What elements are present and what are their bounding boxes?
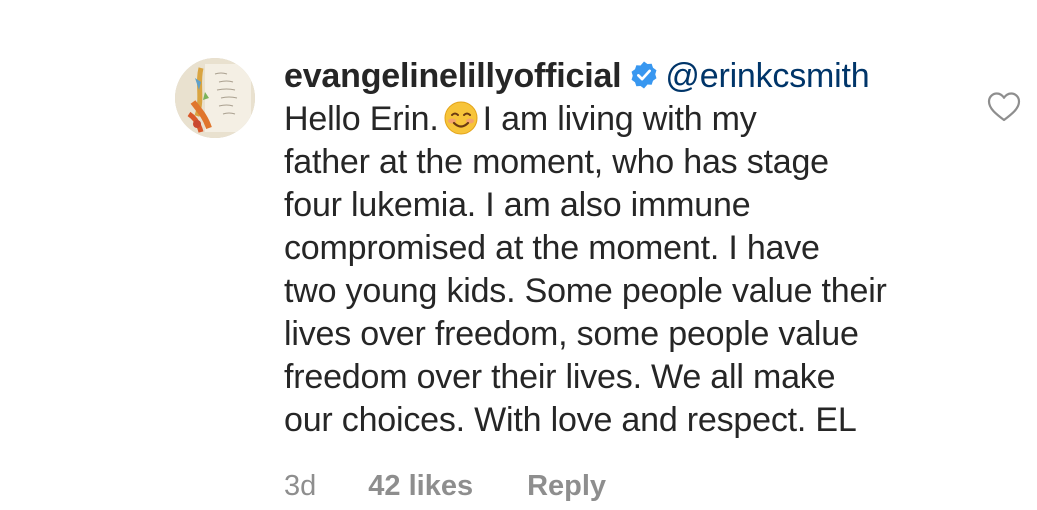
- verified-badge-icon: [629, 60, 659, 90]
- comment-line: two young kids. Some people value their: [284, 272, 887, 310]
- comment-body: evangelinelillyofficial @erinkcsmith Hel…: [284, 55, 964, 442]
- username-link[interactable]: evangelinelillyofficial: [284, 57, 622, 95]
- likes-count-button[interactable]: 42 likes: [368, 470, 473, 503]
- mention-link[interactable]: @erinkcsmith: [665, 57, 869, 95]
- comment-line-text: I am living with my: [482, 100, 757, 138]
- comment-line: compromised at the moment. I have: [284, 229, 820, 267]
- comment-header-line: evangelinelillyofficial @erinkcsmith: [284, 55, 964, 98]
- reply-button[interactable]: Reply: [527, 470, 606, 503]
- comment-line: lives over freedom, some people value: [284, 315, 859, 353]
- comment-line: father at the moment, who has stage: [284, 143, 829, 181]
- heart-outline-icon[interactable]: [987, 91, 1021, 123]
- timestamp[interactable]: 3d: [284, 470, 316, 503]
- comment-line: Hello Erin. I am living with my: [284, 98, 964, 141]
- comment: evangelinelillyofficial @erinkcsmith Hel…: [0, 0, 1037, 510]
- comment-text: evangelinelillyofficial @erinkcsmith Hel…: [284, 55, 964, 442]
- comment-line: four lukemia. I am also immune: [284, 186, 751, 224]
- comment-line: our choices. With love and respect. EL: [284, 401, 857, 439]
- comment-line: freedom over their lives. We all make: [284, 358, 836, 396]
- smiling-face-emoji-icon: [443, 100, 479, 136]
- avatar-image: [175, 58, 255, 138]
- comment-meta: 3d 42 likes Reply: [284, 466, 606, 506]
- avatar[interactable]: [175, 58, 255, 138]
- comment-line-text: Hello Erin.: [284, 100, 439, 138]
